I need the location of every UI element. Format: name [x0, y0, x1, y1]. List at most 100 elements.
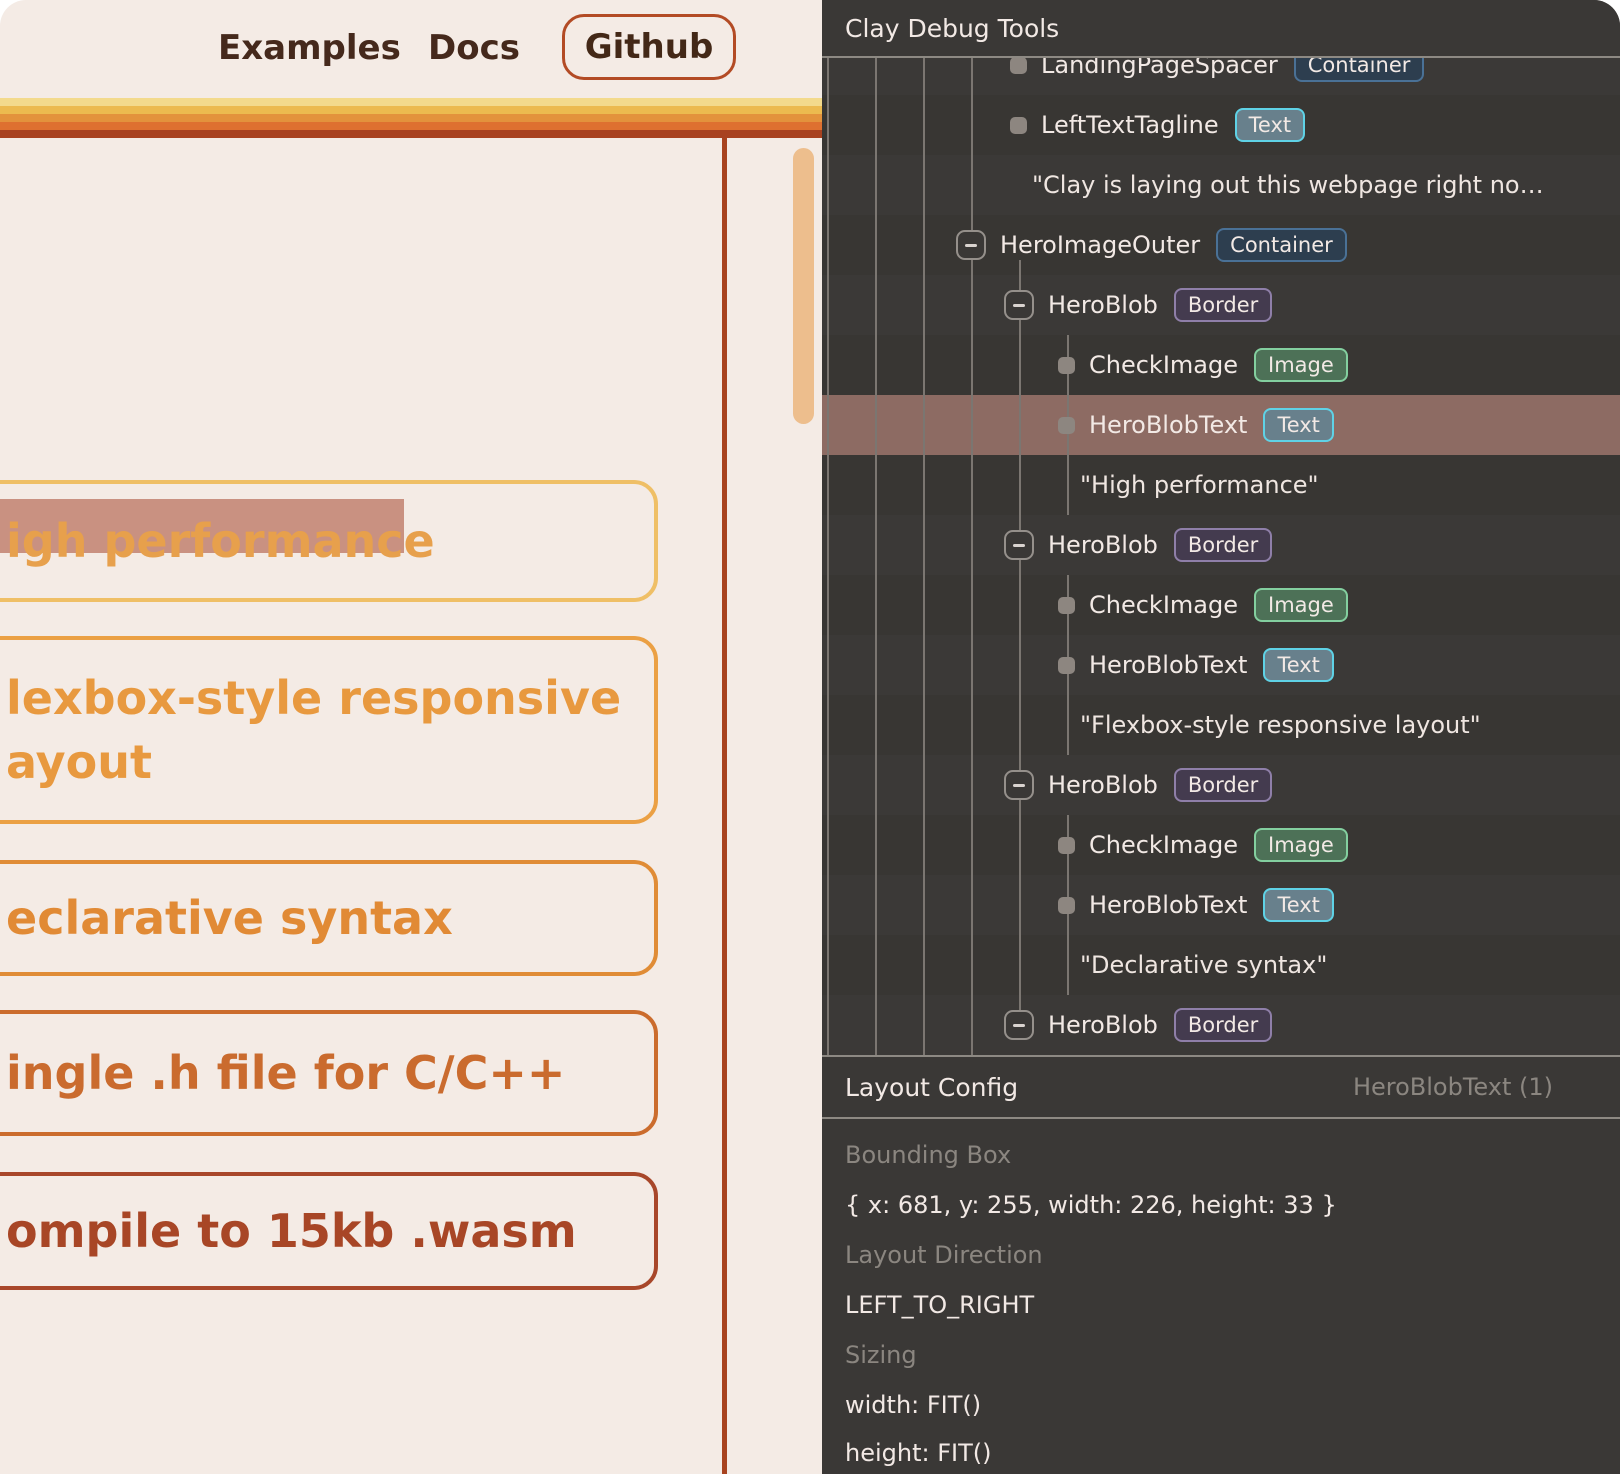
collapse-button[interactable] [1004, 290, 1034, 320]
tree-row-heroblobtext-3[interactable]: HeroBlobText Text [822, 875, 1620, 935]
tree-row-landingpagespacer[interactable]: LandingPageSpacer Container [822, 58, 1620, 95]
selected-element-label: HeroBlobText (1) [1353, 1073, 1553, 1101]
minus-icon [965, 244, 977, 247]
text-type-badge: Text [1263, 648, 1333, 682]
feature-box-single-header: ingle .h file for C/C++ [0, 1010, 658, 1136]
element-name: CheckImage [1089, 831, 1238, 859]
header-gradient-stripes [0, 98, 822, 138]
collapse-button[interactable] [1004, 1010, 1034, 1040]
indent-guide [1019, 260, 1021, 1010]
tree-row-heroblobtext-2[interactable]: HeroBlobText Text [822, 635, 1620, 695]
element-name: HeroBlobText [1089, 411, 1247, 439]
leaf-bullet-icon [1058, 357, 1075, 374]
page-scrollbar-thumb[interactable] [793, 148, 814, 424]
layout-direction-value: LEFT_TO_RIGHT [845, 1291, 1034, 1319]
tree-row-heroblob-4[interactable]: HeroBlob Border [822, 995, 1620, 1055]
text-content-value: "Declarative syntax" [1080, 951, 1327, 979]
feature-box-wasm: ompile to 15kb .wasm [0, 1172, 658, 1290]
layout-config-header: Layout Config HeroBlobText (1) [822, 1055, 1620, 1119]
tree-row-heroblob-1[interactable]: HeroBlob Border [822, 275, 1620, 335]
minus-icon [1013, 784, 1025, 787]
element-name: HeroBlobText [1089, 651, 1247, 679]
leaf-bullet-icon [1010, 117, 1027, 134]
element-name: LandingPageSpacer [1041, 58, 1278, 79]
border-type-badge: Border [1174, 288, 1272, 322]
feature-box-line: ompile to 15kb .wasm [6, 1199, 654, 1263]
text-content-value: "Clay is laying out this webpage right n… [1032, 171, 1544, 199]
text-content-value: "High performance" [1080, 471, 1319, 499]
feature-box-line: igh performance [6, 509, 654, 573]
leaf-bullet-icon [1058, 417, 1075, 434]
nav-link-examples[interactable]: Examples [218, 30, 401, 66]
collapse-button[interactable] [1004, 770, 1034, 800]
layout-config-title: Layout Config [845, 1073, 1018, 1102]
collapse-button[interactable] [956, 230, 986, 260]
feature-box-line: ayout [6, 730, 654, 794]
tree-row-checkimage-3[interactable]: CheckImage Image [822, 815, 1620, 875]
image-type-badge: Image [1254, 828, 1348, 862]
tree-row-heroblobtext-1-selected[interactable]: HeroBlobText Text [822, 395, 1620, 455]
leaf-bullet-icon [1058, 837, 1075, 854]
tree-row-text-value: "Clay is laying out this webpage right n… [822, 155, 1620, 215]
text-type-badge: Text [1263, 888, 1333, 922]
leaf-bullet-icon [1010, 58, 1027, 74]
indent-guide [875, 58, 877, 1055]
leaf-bullet-icon [1058, 597, 1075, 614]
tree-row-text-value: "Declarative syntax" [822, 935, 1620, 995]
feature-box-declarative-syntax: eclarative syntax [0, 860, 658, 976]
nav-link-docs[interactable]: Docs [428, 30, 520, 66]
leaf-bullet-icon [1058, 657, 1075, 674]
text-content-value: "Flexbox-style responsive layout" [1080, 711, 1481, 739]
element-tree: LandingPageSpacer Container LeftTextTagl… [822, 58, 1620, 1055]
text-type-badge: Text [1263, 408, 1333, 442]
tree-row-checkimage-1[interactable]: CheckImage Image [822, 335, 1620, 395]
feature-box-high-performance: igh performance [0, 480, 658, 602]
tree-row-text-value: "Flexbox-style responsive layout" [822, 695, 1620, 755]
sizing-width-value: width: FIT() [845, 1391, 981, 1419]
element-name: LeftTextTagline [1041, 111, 1219, 139]
image-type-badge: Image [1254, 588, 1348, 622]
element-name: CheckImage [1089, 591, 1238, 619]
app-window: Examples Docs Github igh performance lex… [0, 0, 1620, 1474]
github-button[interactable]: Github [562, 14, 736, 80]
debug-panel-header: Clay Debug Tools [822, 0, 1620, 58]
text-type-badge: Text [1235, 108, 1305, 142]
feature-box-line: lexbox-style responsive [6, 666, 654, 730]
indent-guide [827, 58, 829, 1055]
stripe-band [0, 98, 822, 106]
element-name: HeroImageOuter [1000, 231, 1200, 259]
border-type-badge: Border [1174, 528, 1272, 562]
indent-guide [971, 58, 973, 1055]
tree-row-heroimageouter[interactable]: HeroImageOuter Container [822, 215, 1620, 275]
indent-guide [923, 58, 925, 1055]
element-name: HeroBlob [1048, 291, 1158, 319]
stripe-band [0, 106, 822, 114]
minus-icon [1013, 1024, 1025, 1027]
image-type-badge: Image [1254, 348, 1348, 382]
feature-box-line: ingle .h file for C/C++ [6, 1041, 654, 1105]
stripe-band [0, 130, 822, 138]
stripe-band [0, 114, 822, 122]
bounding-box-value: { x: 681, y: 255, width: 226, height: 33… [845, 1191, 1337, 1219]
element-name: HeroBlob [1048, 1011, 1158, 1039]
minus-icon [1013, 304, 1025, 307]
panel-title: Clay Debug Tools [845, 14, 1059, 43]
element-name: CheckImage [1089, 351, 1238, 379]
feature-box-line: eclarative syntax [6, 886, 654, 950]
tree-row-heroblob-3[interactable]: HeroBlob Border [822, 755, 1620, 815]
tree-row-text-value: "High performance" [822, 455, 1620, 515]
border-type-badge: Border [1174, 768, 1272, 802]
collapse-button[interactable] [1004, 530, 1034, 560]
border-type-badge: Border [1174, 1008, 1272, 1042]
layout-direction-label: Layout Direction [845, 1241, 1043, 1269]
tree-row-checkimage-2[interactable]: CheckImage Image [822, 575, 1620, 635]
clay-debug-tools-panel: LandingPageSpacer Container LeftTextTagl… [822, 0, 1620, 1474]
bounding-box-label: Bounding Box [845, 1141, 1011, 1169]
container-type-badge: Container [1216, 228, 1347, 262]
feature-box-flexbox-layout: lexbox-style responsive ayout [0, 636, 658, 824]
element-name: HeroBlobText [1089, 891, 1247, 919]
minus-icon [1013, 544, 1025, 547]
tree-row-heroblob-2[interactable]: HeroBlob Border [822, 515, 1620, 575]
leaf-bullet-icon [1058, 897, 1075, 914]
tree-row-lefttexttagline[interactable]: LeftTextTagline Text [822, 95, 1620, 155]
